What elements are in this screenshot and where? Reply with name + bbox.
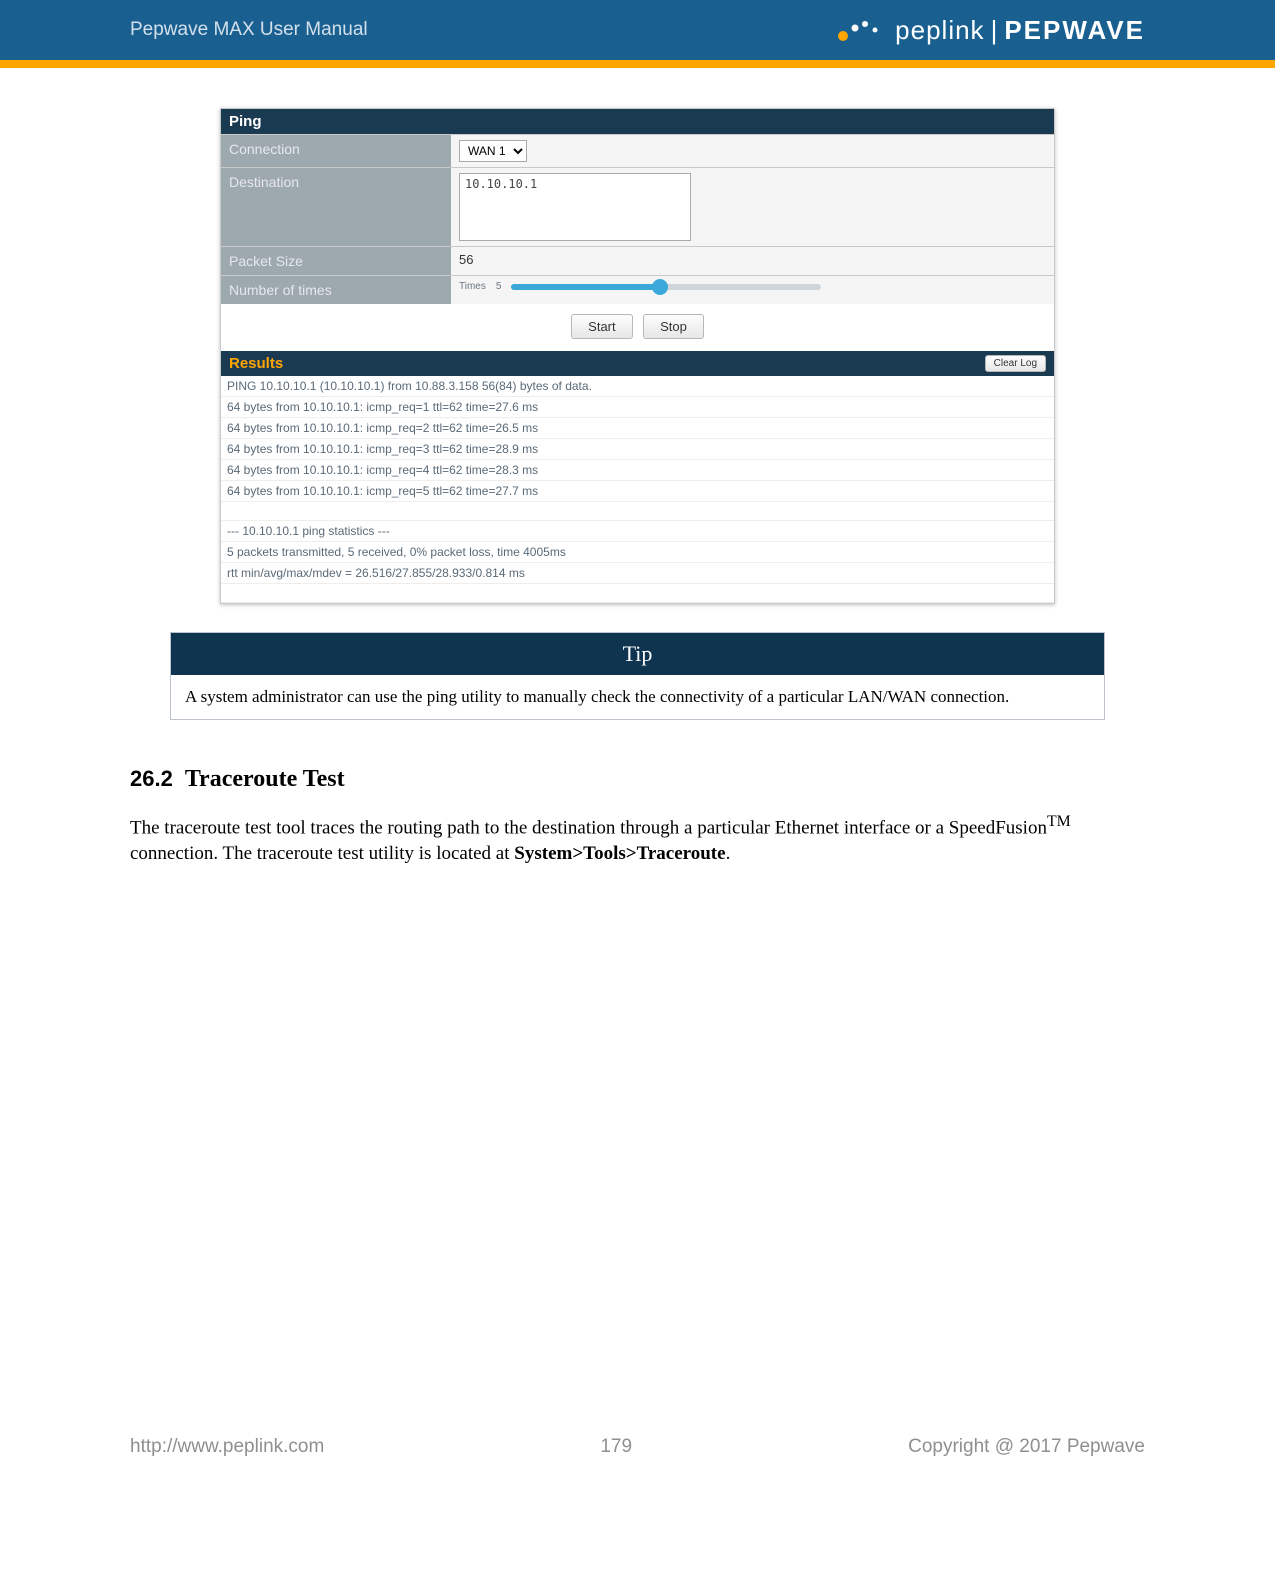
brand-peplink: peplink (895, 15, 984, 46)
page-footer: http://www.peplink.com 179 Copyright @ 2… (130, 1436, 1145, 1458)
result-line (221, 584, 1054, 603)
p-end: . (726, 843, 731, 864)
footer-url: http://www.peplink.com (130, 1436, 324, 1458)
connection-label: Connection (221, 135, 451, 167)
times-caption: Times (459, 281, 486, 292)
result-line: 64 bytes from 10.10.10.1: icmp_req=2 ttl… (221, 418, 1054, 439)
packet-size-label: Packet Size (221, 247, 451, 275)
connection-select[interactable]: WAN 1 (459, 140, 527, 162)
ping-buttons: Start Stop (221, 304, 1054, 351)
brand-separator: | (991, 15, 999, 46)
results-body: PING 10.10.10.1 (10.10.10.1) from 10.88.… (221, 376, 1054, 603)
start-button[interactable]: Start (571, 314, 632, 339)
times-value: 5 (496, 281, 502, 292)
tip-heading: Tip (171, 633, 1104, 675)
tip-body: A system administrator can use the ping … (171, 675, 1104, 719)
times-row: Number of times Times 5 (221, 275, 1054, 304)
result-line: 64 bytes from 10.10.10.1: icmp_req=1 ttl… (221, 397, 1054, 418)
result-line: 5 packets transmitted, 5 received, 0% pa… (221, 542, 1054, 563)
ping-panel: Ping Connection WAN 1 Destination 10.10.… (220, 108, 1055, 604)
doc-header: Pepwave MAX User Manual peplink | PEPWAV… (0, 0, 1275, 60)
packet-size-value: 56 (451, 247, 1054, 275)
slider-fill (511, 284, 660, 290)
dots-icon (829, 16, 889, 44)
times-slider[interactable] (511, 284, 821, 290)
p-mid: connection. The traceroute test utility … (130, 843, 514, 864)
result-line (221, 502, 1054, 521)
footer-page: 179 (600, 1436, 632, 1458)
result-line: 64 bytes from 10.10.10.1: icmp_req=3 ttl… (221, 439, 1054, 460)
section-title: Traceroute Test (185, 766, 345, 792)
destination-input[interactable]: 10.10.10.1 (459, 173, 691, 241)
clear-log-button[interactable]: Clear Log (985, 355, 1046, 372)
nav-path: System>Tools>Traceroute (514, 843, 725, 864)
result-line: PING 10.10.10.1 (10.10.10.1) from 10.88.… (221, 376, 1054, 397)
p-pre: The traceroute test tool traces the rout… (130, 817, 1047, 838)
brand-pepwave: PEPWAVE (1004, 15, 1145, 46)
tm-superscript: TM (1047, 813, 1071, 830)
times-label: Number of times (221, 276, 451, 304)
destination-row: Destination 10.10.10.1 (221, 167, 1054, 246)
manual-title: Pepwave MAX User Manual (130, 19, 368, 41)
section-paragraph: The traceroute test tool traces the rout… (130, 811, 1145, 867)
result-line: 64 bytes from 10.10.10.1: icmp_req=4 ttl… (221, 460, 1054, 481)
result-line: 64 bytes from 10.10.10.1: icmp_req=5 ttl… (221, 481, 1054, 502)
destination-label: Destination (221, 168, 451, 246)
accent-bar (0, 60, 1275, 68)
connection-row: Connection WAN 1 (221, 134, 1054, 167)
results-title-text: Results (229, 355, 283, 372)
results-header: Results Clear Log (221, 351, 1054, 376)
brand-logo: peplink | PEPWAVE (829, 15, 1145, 46)
footer-copyright: Copyright @ 2017 Pepwave (908, 1436, 1145, 1458)
ping-title: Ping (221, 109, 1054, 134)
stop-button[interactable]: Stop (643, 314, 704, 339)
result-line: rtt min/avg/max/mdev = 26.516/27.855/28.… (221, 563, 1054, 584)
packet-size-row: Packet Size 56 (221, 246, 1054, 275)
result-line: --- 10.10.10.1 ping statistics --- (221, 521, 1054, 542)
section-number: 26.2 (130, 766, 173, 791)
tip-box: Tip A system administrator can use the p… (170, 632, 1105, 720)
section-heading: 26.2 Traceroute Test (130, 766, 1145, 793)
slider-thumb[interactable] (652, 279, 668, 295)
